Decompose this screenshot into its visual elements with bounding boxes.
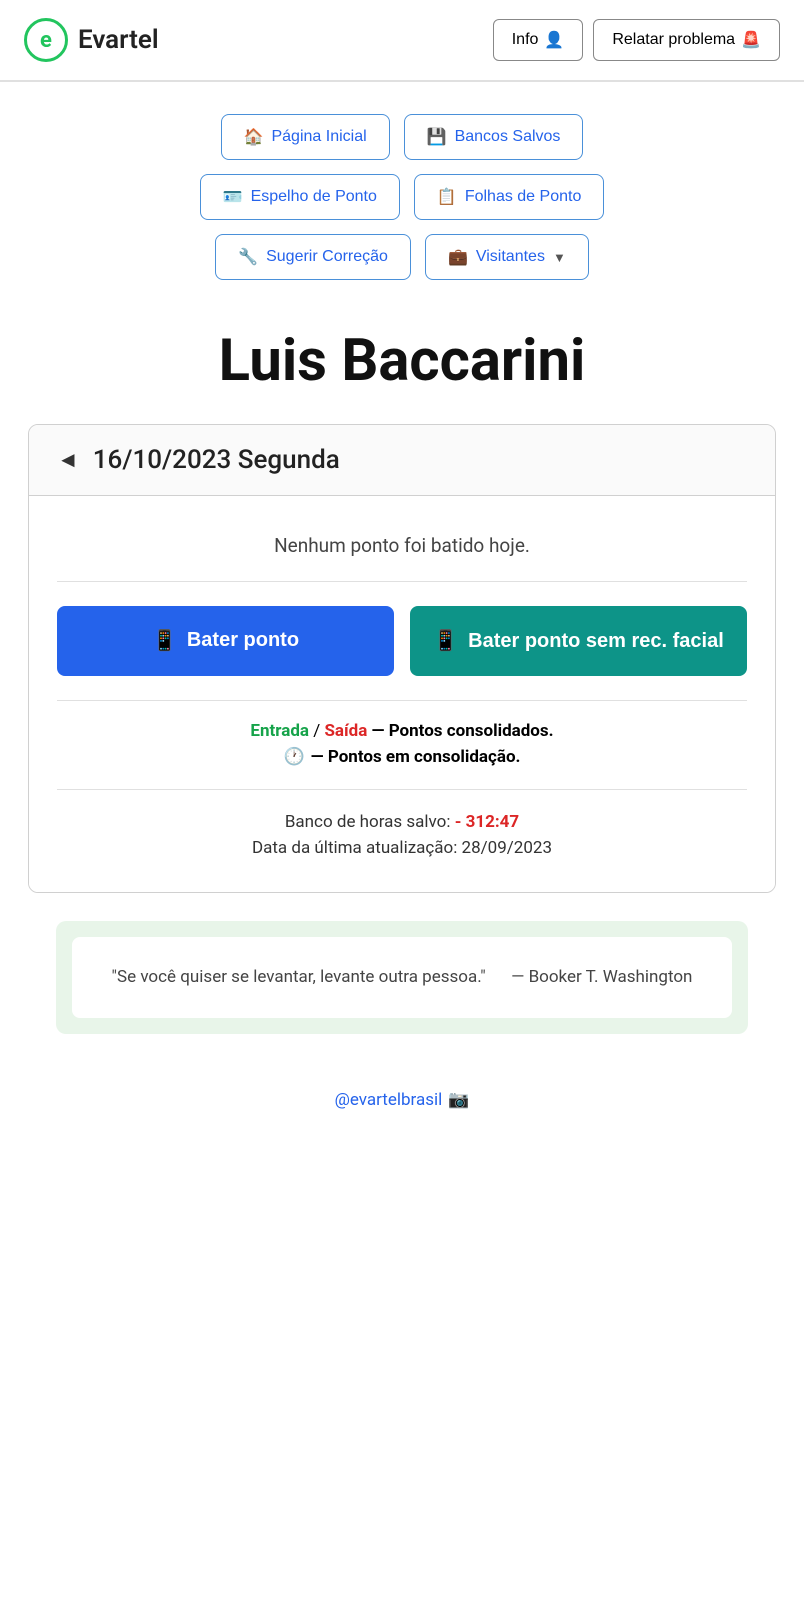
pagina-inicial-label: Página Inicial [271,128,366,146]
folhas-ponto-icon: 📋 [437,187,457,207]
date-display: 16/10/2023 Segunda [93,445,340,475]
nav-row-1: 🏠 Página Inicial 💾 Bancos Salvos [221,114,584,160]
info-label: Info [512,31,539,49]
navigation: 🏠 Página Inicial 💾 Bancos Salvos 🪪 Espel… [0,82,804,300]
bater-sem-icon: 📱 [433,628,458,654]
date-row: ◄ 16/10/2023 Segunda [29,425,775,496]
nav-row-3: 🔧 Sugerir Correção 💼 Visitantes ▼ [215,234,589,280]
pagina-inicial-icon: 🏠 [244,127,264,147]
banco-horas-line: Banco de horas salvo: - 312:47 [57,812,747,832]
espelho-ponto-icon: 🪪 [223,187,243,207]
bater-ponto-icon: 📱 [152,628,177,653]
quote-content: "Se você quiser se levantar, levante out… [112,967,486,987]
quote-author: — Booker T. Washington [511,967,692,987]
instagram-label: @evartelbrasil [335,1090,443,1110]
visitantes-icon: 💼 [448,247,468,267]
nav-row-2: 🪪 Espelho de Ponto 📋 Folhas de Ponto [200,174,605,220]
nav-sugerir-correcao[interactable]: 🔧 Sugerir Correção [215,234,411,280]
legend-separator: / [313,721,324,741]
banco-section: Banco de horas salvo: - 312:47 Data da ú… [57,789,747,858]
instagram-icon: 📷 [448,1090,469,1110]
back-arrow-button[interactable]: ◄ [57,447,79,473]
consolidated-text: — Pontos consolidados. [372,721,554,741]
report-icon: 🚨 [741,30,761,50]
footer: @evartelbrasil 📷 [0,1062,804,1150]
action-buttons: 📱 Bater ponto 📱 Bater ponto sem rec. fac… [57,606,747,676]
bater-sem-label: Bater ponto sem rec. facial [468,628,724,654]
quote-text: "Se você quiser se levantar, levante out… [96,965,708,991]
quote-section: "Se você quiser se levantar, levante out… [56,921,748,1035]
banco-value: - 312:47 [455,812,519,832]
no-point-message: Nenhum ponto foi batido hoje. [57,524,747,582]
nav-bancos-salvos[interactable]: 💾 Bancos Salvos [404,114,584,160]
sugerir-correcao-icon: 🔧 [238,247,258,267]
nav-visitantes[interactable]: 💼 Visitantes ▼ [425,234,589,280]
update-date-line: Data da última atualização: 28/09/2023 [57,838,747,858]
legend-consolidated-line: Entrada / Saída — Pontos consolidados. [57,721,747,741]
report-label: Relatar problema [612,31,735,49]
consolidating-text: — Pontos em consolidação. [311,747,521,767]
card-body: Nenhum ponto foi batido hoje. 📱 Bater po… [29,496,775,892]
bater-ponto-sem-facial-button[interactable]: 📱 Bater ponto sem rec. facial [410,606,747,676]
espelho-ponto-label: Espelho de Ponto [251,188,377,206]
banco-label: Banco de horas salvo: [285,812,455,832]
app-name: Evartel [78,25,159,55]
header-buttons: Info 👤 Relatar problema 🚨 [493,19,780,61]
logo-icon: e [24,18,68,62]
bater-ponto-button[interactable]: 📱 Bater ponto [57,606,394,676]
nav-pagina-inicial[interactable]: 🏠 Página Inicial [221,114,390,160]
nav-espelho-ponto[interactable]: 🪪 Espelho de Ponto [200,174,400,220]
header: e Evartel Info 👤 Relatar problema 🚨 [0,0,804,82]
bancos-salvos-label: Bancos Salvos [455,128,561,146]
attendance-card: ◄ 16/10/2023 Segunda Nenhum ponto foi ba… [28,424,776,893]
instagram-link[interactable]: @evartelbrasil 📷 [0,1090,804,1110]
clock-icon: 🕐 [284,747,305,767]
visitantes-label: Visitantes [476,248,545,266]
info-button[interactable]: Info 👤 [493,19,584,61]
nav-folhas-ponto[interactable]: 📋 Folhas de Ponto [414,174,604,220]
sugerir-correcao-label: Sugerir Correção [266,248,388,266]
legend-section: Entrada / Saída — Pontos consolidados. 🕐… [57,700,747,767]
chevron-down-icon: ▼ [553,250,566,265]
info-icon: 👤 [544,30,564,50]
user-name: Luis Baccarini [28,330,776,394]
logo-area: e Evartel [24,18,159,62]
entrada-label: Entrada [250,721,309,741]
saida-label: Saída [324,721,367,741]
legend-consolidating-line: 🕐 — Pontos em consolidação. [57,747,747,767]
report-problem-button[interactable]: Relatar problema 🚨 [593,19,780,61]
bancos-salvos-icon: 💾 [427,127,447,147]
folhas-ponto-label: Folhas de Ponto [465,188,582,206]
quote-inner: "Se você quiser se levantar, levante out… [72,937,732,1019]
main-content: Luis Baccarini ◄ 16/10/2023 Segunda Nenh… [0,300,804,1062]
bater-ponto-label: Bater ponto [187,629,299,652]
